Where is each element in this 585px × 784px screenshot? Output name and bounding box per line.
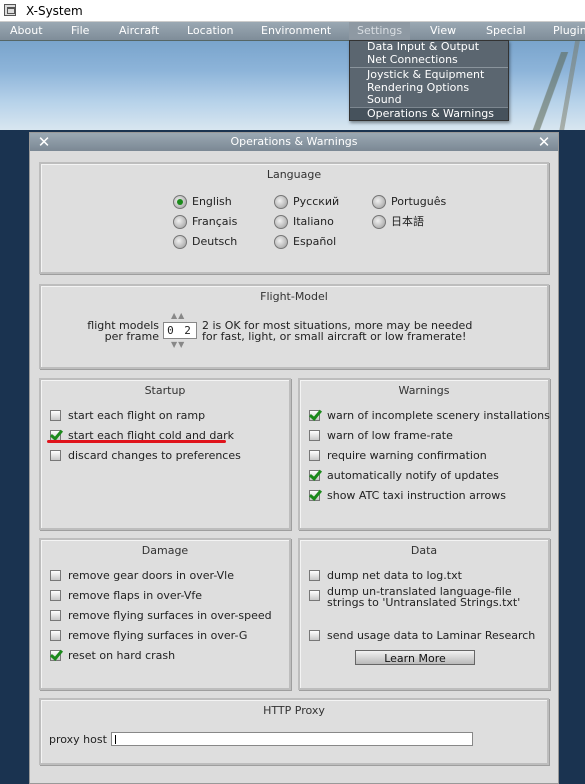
menu-view[interactable]: View — [430, 24, 456, 37]
data-panel: Data dump net data to log.txt dump un-tr… — [298, 538, 550, 690]
flight-model-panel: Flight-Model flight models per frame ▲▲ … — [39, 284, 549, 369]
language-panel: Language English Русский Português Franç… — [39, 162, 549, 274]
close-icon[interactable]: ✕ — [536, 133, 552, 151]
app-title: X-System — [26, 4, 83, 18]
radio-button-icon — [173, 195, 187, 209]
window-title-bar: Operations & Warnings — [30, 133, 558, 151]
settings-dropdown: Data Input & Output Net Connections Joys… — [349, 40, 509, 121]
damage-panel: Damage remove gear doors in over-Vle rem… — [39, 538, 291, 690]
scene-aircraft-strut — [555, 32, 585, 130]
flight-model-title: Flight-Model — [260, 290, 328, 303]
menu-item-net-connections[interactable]: Net Connections — [350, 53, 508, 67]
checkmark-icon — [309, 470, 320, 481]
menu-item-data-input-output[interactable]: Data Input & Output — [350, 40, 508, 54]
checkbox-icon — [309, 630, 320, 641]
spinner-up-icon[interactable]: ▲▲ — [171, 311, 185, 320]
radio-button-icon — [274, 235, 288, 249]
checkbox-icon — [50, 590, 61, 601]
menu-about[interactable]: About — [10, 24, 43, 37]
http-proxy-panel: HTTP Proxy proxy host — [39, 698, 549, 765]
language-title: Language — [266, 168, 322, 181]
proxy-host-input[interactable] — [111, 732, 473, 746]
menu-bar: About File Aircraft Location Environment… — [0, 22, 585, 41]
radio-button-icon — [274, 195, 288, 209]
checkmark-icon — [309, 410, 320, 421]
damage-title: Damage — [141, 544, 189, 557]
radio-button-icon — [274, 215, 288, 229]
checkbox-icon — [309, 450, 320, 461]
menu-aircraft[interactable]: Aircraft — [119, 24, 159, 37]
startup-title: Startup — [144, 384, 186, 397]
red-underline-annotation — [47, 440, 226, 443]
menu-plugin[interactable]: Plugin — [553, 24, 585, 37]
app-window-icon — [4, 4, 16, 16]
close-icon[interactable]: ✕ — [36, 133, 52, 151]
checkbox-icon — [50, 410, 61, 421]
proxy-host-label: proxy host — [49, 733, 107, 746]
checkbox-icon — [50, 610, 61, 621]
menu-item-joystick-equipment[interactable]: Joystick & Equipment — [350, 68, 508, 82]
http-proxy-title: HTTP Proxy — [263, 704, 325, 717]
radio-button-icon — [372, 195, 386, 209]
checkbox-icon — [309, 570, 320, 581]
startup-panel: Startup start each flight on ramp start … — [39, 378, 291, 530]
data-title: Data — [410, 544, 438, 557]
checkbox-icon — [309, 430, 320, 441]
radio-button-icon — [173, 235, 187, 249]
spinner-down-icon[interactable]: ▼▼ — [171, 340, 185, 349]
menu-settings[interactable]: Settings — [349, 22, 411, 40]
menu-file[interactable]: File — [71, 24, 89, 37]
operations-warnings-window: Operations & Warnings ✕ ✕ Language Engli… — [29, 132, 559, 784]
checkbox-icon — [50, 570, 61, 581]
flight-models-spinner[interactable]: 0 2 — [163, 322, 197, 339]
radio-button-icon — [372, 215, 386, 229]
menu-item-sound[interactable]: Sound — [350, 93, 508, 107]
checkmark-icon — [309, 490, 320, 501]
flight-models-label: flight models per frame — [87, 319, 159, 343]
radio-button-icon — [173, 215, 187, 229]
checkbox-icon — [309, 590, 320, 601]
warnings-title: Warnings — [398, 384, 450, 397]
learn-more-button[interactable]: Learn More — [355, 650, 475, 665]
menu-special[interactable]: Special — [486, 24, 526, 37]
window-titlebar: X-System — [0, 0, 585, 22]
menu-location[interactable]: Location — [187, 24, 234, 37]
checkbox-icon — [50, 630, 61, 641]
menu-item-operations-warnings[interactable]: Operations & Warnings — [350, 106, 508, 120]
checkmark-icon — [50, 650, 61, 661]
flight-model-note: 2 is OK for most situations, more may be… — [202, 319, 473, 343]
warnings-panel: Warnings warn of incomplete scenery inst… — [298, 378, 550, 530]
menu-environment[interactable]: Environment — [261, 24, 331, 37]
checkbox-icon — [50, 450, 61, 461]
window-title: Operations & Warnings — [230, 135, 358, 148]
